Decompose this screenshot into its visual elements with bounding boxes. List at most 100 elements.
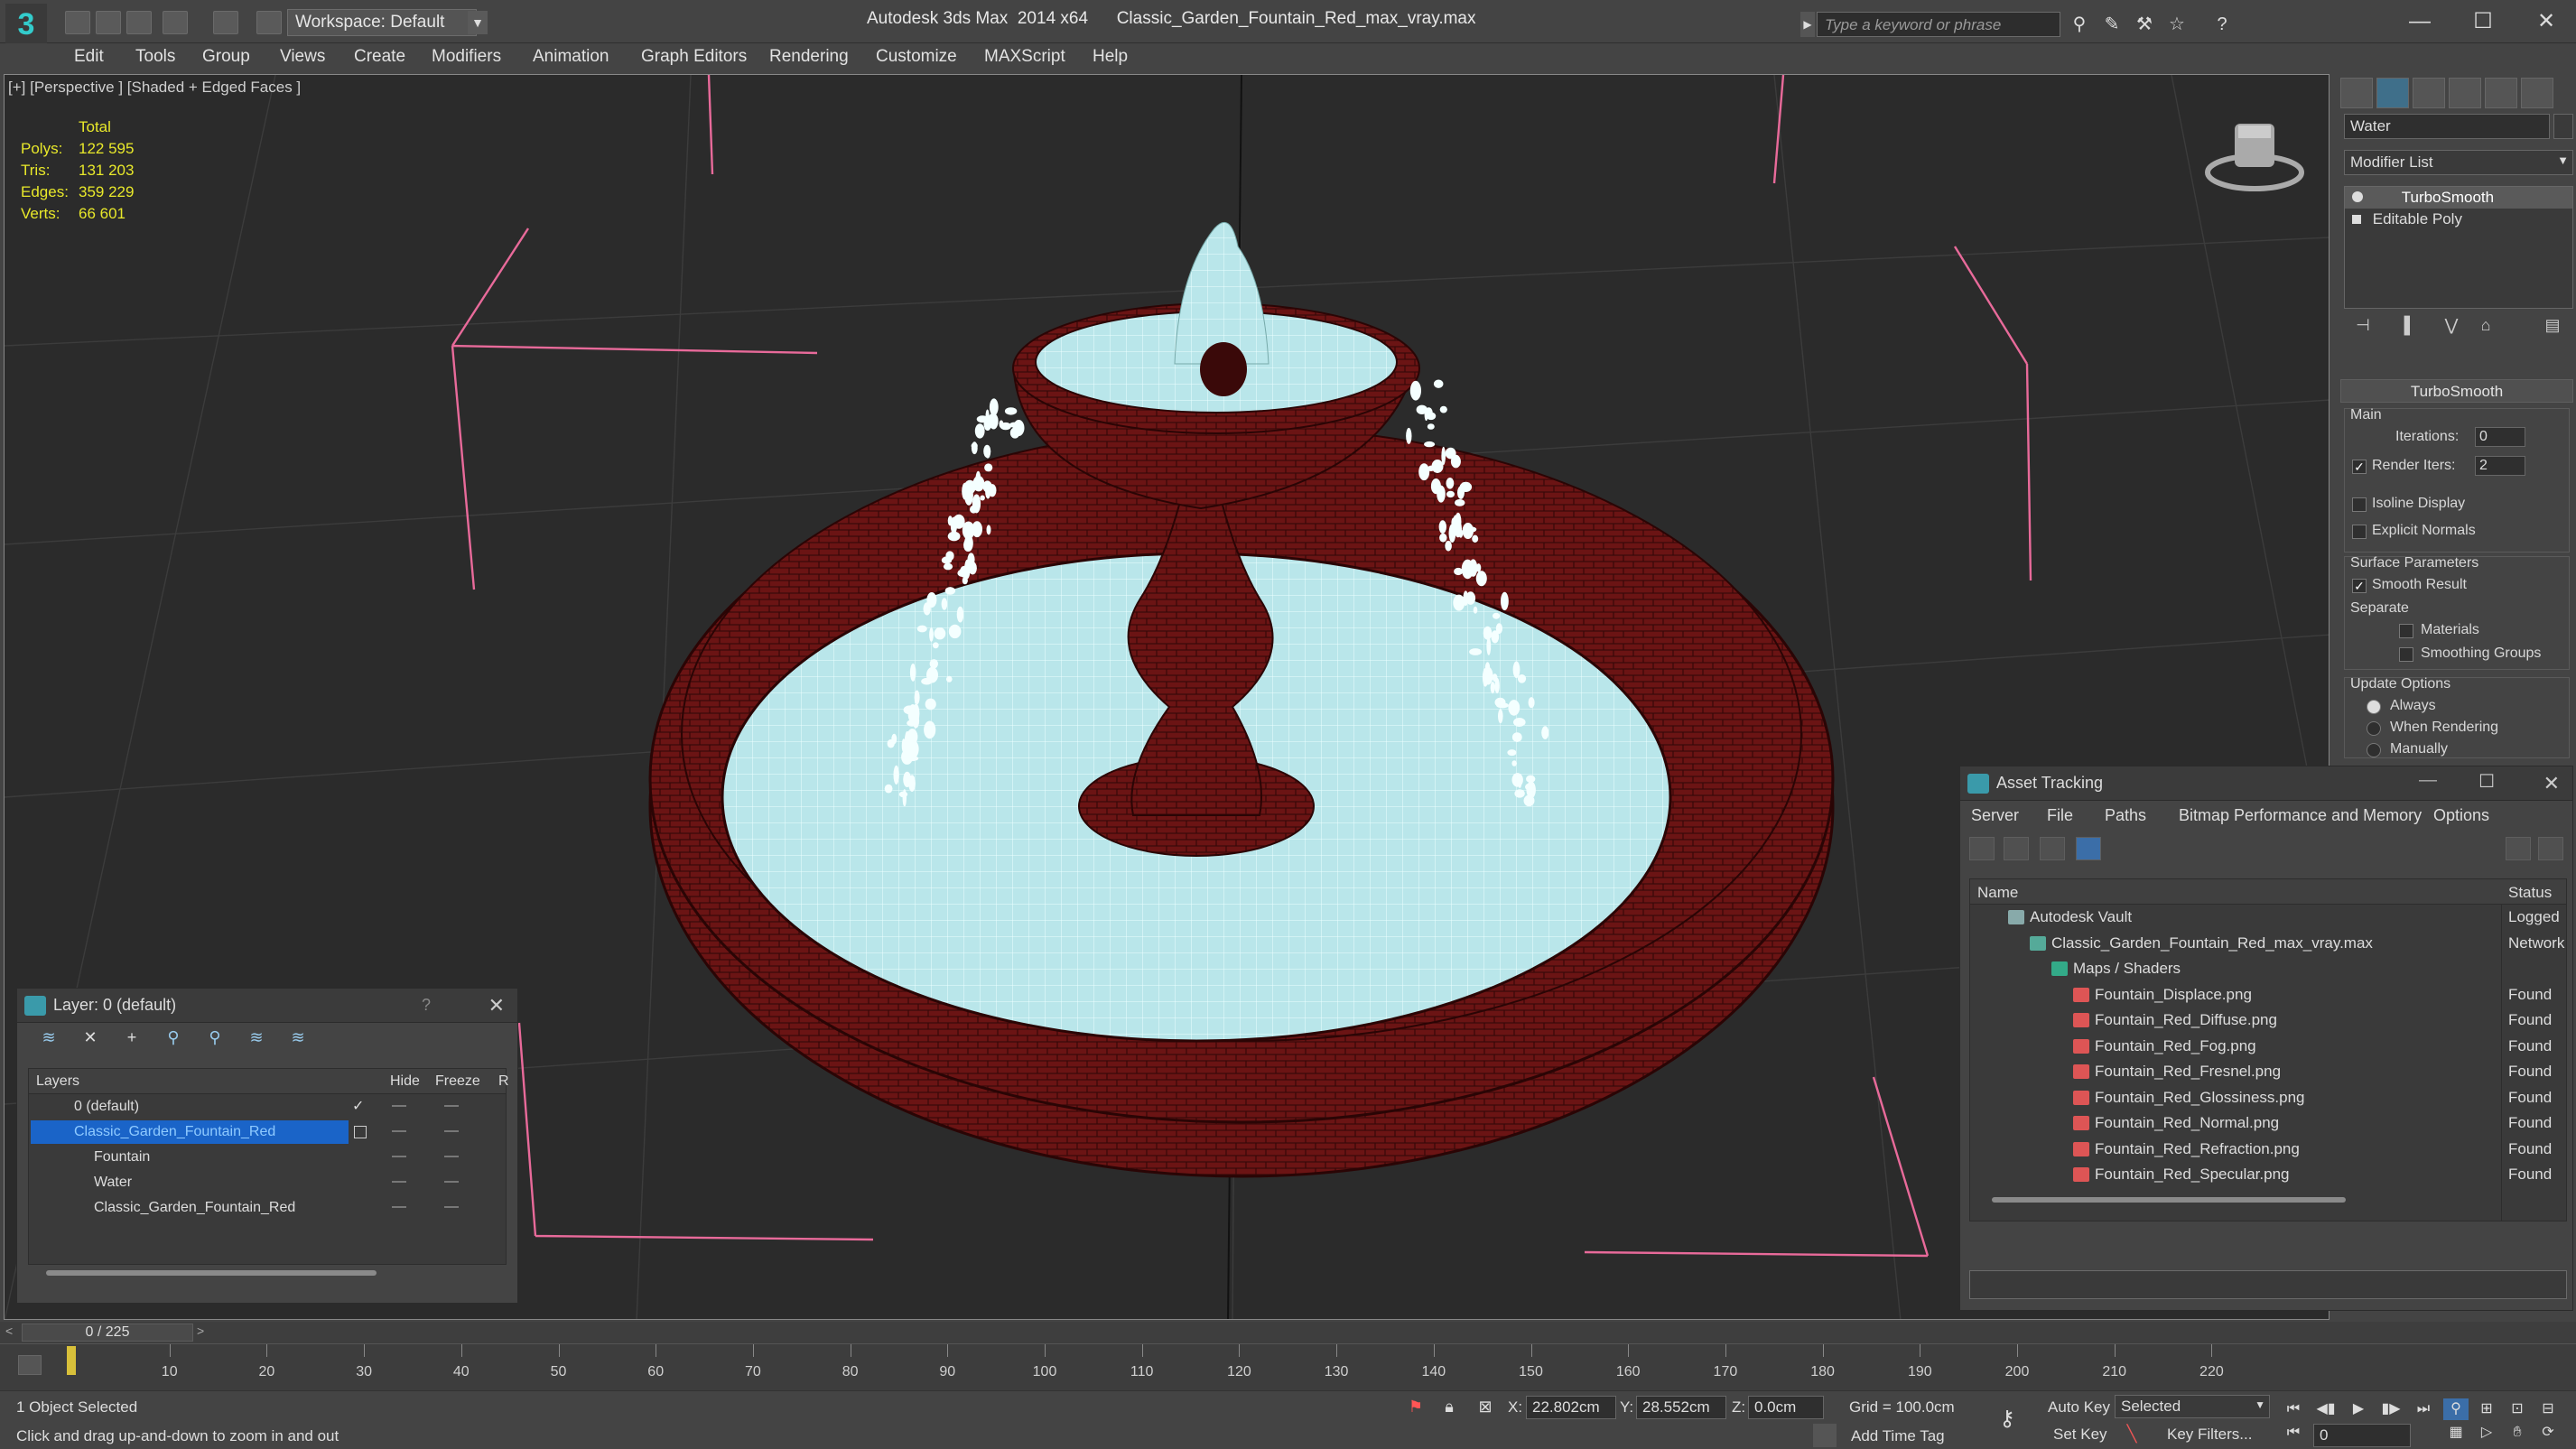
hide-toggle[interactable] (392, 1105, 406, 1107)
project-folder-icon[interactable] (256, 11, 282, 34)
isolate-selection-icon[interactable]: ⚑ (1404, 1395, 1427, 1418)
freeze-toggle[interactable] (444, 1105, 459, 1107)
remove-modifier-icon[interactable]: ⌂ (2474, 316, 2497, 338)
viewcube-icon[interactable] (2199, 111, 2307, 201)
asset-row[interactable]: Fountain_Red_Specular.png Found (1970, 1162, 2566, 1188)
absolute-mode-icon[interactable]: ⊠ (1474, 1395, 1497, 1418)
hierarchy-tab-icon[interactable] (2413, 78, 2445, 108)
time-slider[interactable]: < 0 / 225 > (0, 1322, 2576, 1343)
menu-tools[interactable]: Tools (135, 47, 175, 67)
layer-row-default[interactable]: 0 (default) ✓ (29, 1094, 506, 1119)
menu-paths[interactable]: Paths (2105, 806, 2146, 825)
play-icon[interactable]: ▶ (2346, 1398, 2371, 1420)
manually-radio[interactable] (2367, 743, 2381, 757)
freeze-toggle[interactable] (444, 1206, 459, 1208)
chevron-down-icon[interactable]: ▼ (468, 11, 488, 34)
expand-icon[interactable] (2352, 215, 2361, 224)
layer-row-fountain-red[interactable]: Classic_Garden_Fountain_Red (29, 1119, 506, 1145)
freeze-toggle[interactable] (444, 1156, 459, 1157)
asset-row[interactable]: Maps / Shaders (1970, 956, 2566, 982)
set-key-button[interactable]: Set Key (2053, 1426, 2107, 1444)
current-frame-field[interactable]: 0 (2313, 1424, 2411, 1447)
binoculars-icon[interactable]: ⚲ (2068, 13, 2091, 36)
explicit-normals-checkbox[interactable] (2352, 525, 2367, 539)
horizontal-scrollbar[interactable] (46, 1270, 377, 1276)
smoothing-groups-checkbox[interactable] (2399, 647, 2413, 662)
hide-toggle[interactable] (392, 1156, 406, 1157)
stack-item-turbosmooth[interactable]: TurboSmooth (2345, 187, 2572, 209)
hide-toggle[interactable] (392, 1181, 406, 1183)
pan-icon[interactable]: ✋︎ (2505, 1422, 2530, 1444)
menu-animation[interactable]: Animation (533, 47, 609, 67)
column-hide[interactable]: Hide (390, 1073, 420, 1090)
make-unique-icon[interactable]: ⋁ (2440, 316, 2463, 338)
column-layers[interactable]: Layers (36, 1073, 79, 1090)
asset-row[interactable]: Fountain_Red_Glossiness.png Found (1970, 1085, 2566, 1111)
when-rendering-radio[interactable] (2367, 721, 2381, 736)
zoom-all-icon[interactable]: ⊞ (2474, 1398, 2499, 1420)
column-freeze[interactable]: Freeze (435, 1073, 480, 1090)
freeze-toggle[interactable] (444, 1181, 459, 1183)
layer-row-object[interactable]: Fountain (29, 1145, 506, 1170)
save-file-icon[interactable] (126, 11, 152, 34)
refresh-icon[interactable] (1969, 837, 1995, 860)
go-to-start-icon[interactable]: ⏮ (2281, 1398, 2306, 1420)
freeze-toggle[interactable] (444, 1130, 459, 1132)
add-to-layer-icon[interactable]: + (120, 1028, 144, 1050)
menu-create[interactable]: Create (354, 47, 405, 67)
y-coordinate-field[interactable]: 28.552cm (1636, 1396, 1726, 1419)
previous-frame-icon[interactable]: ◀▮ (2313, 1398, 2339, 1420)
display-tab-icon[interactable] (2485, 78, 2517, 108)
menu-rendering[interactable]: Rendering (769, 47, 849, 67)
rollout-header[interactable]: TurboSmooth (2340, 379, 2573, 403)
asset-row[interactable]: Autodesk Vault Logged (1970, 905, 2566, 931)
current-layer-check-icon[interactable]: ✓ (352, 1097, 364, 1115)
key-set-dropdown[interactable]: Selected ▼ (2115, 1395, 2270, 1418)
modifier-list-dropdown[interactable]: Modifier List ▼ (2344, 150, 2573, 175)
asset-row[interactable]: Fountain_Red_Fresnel.png Found (1970, 1059, 2566, 1085)
menu-graph-editors[interactable]: Graph Editors (641, 47, 747, 67)
minimize-icon[interactable]: — (2419, 770, 2437, 791)
menu-modifiers[interactable]: Modifiers (432, 47, 501, 67)
add-time-tag[interactable]: Add Time Tag (1851, 1427, 1945, 1445)
menu-edit[interactable]: Edit (74, 47, 104, 67)
zoom-extents-all-icon[interactable]: ⊟ (2535, 1398, 2561, 1420)
workspace-select[interactable]: Workspace: Default (287, 9, 477, 36)
menu-views[interactable]: Views (280, 47, 325, 67)
layer-window-titlebar[interactable]: Layer: 0 (default) ? ✕ (17, 989, 517, 1023)
key-filters-button[interactable]: Key Filters... (2167, 1426, 2252, 1444)
search-input[interactable]: Type a keyword or phrase (1817, 12, 2060, 37)
hide-toggle[interactable] (392, 1130, 406, 1132)
mini-curve-editor-icon[interactable] (18, 1355, 42, 1375)
viewport-label[interactable]: [+] [Perspective ] [Shaded + Edged Faces… (8, 79, 301, 97)
timeline-track[interactable]: 10 20 30 40 50 60 70 80 90 100 110 120 130 140 150 160 1… (0, 1343, 2576, 1390)
configure-sets-icon[interactable]: ▤ (2541, 316, 2564, 338)
object-name-field[interactable]: Water (2344, 114, 2550, 139)
subscription-icon[interactable]: ✎ (2100, 13, 2124, 36)
object-color-swatch[interactable] (2553, 114, 2573, 139)
orbit-icon[interactable]: ⟳ (2535, 1422, 2561, 1444)
asset-row[interactable]: Fountain_Red_Diffuse.png Found (1970, 1008, 2566, 1034)
menu-bitmap-performance[interactable]: Bitmap Performance and Memory (2179, 806, 2422, 825)
maximize-icon[interactable]: ☐ (2456, 4, 2510, 40)
help-icon[interactable] (2506, 837, 2531, 860)
highlight-layer-icon[interactable]: ⚲ (203, 1028, 227, 1050)
menu-maxscript[interactable]: MAXScript (984, 47, 1065, 67)
show-end-result-icon[interactable]: ▌ (2398, 316, 2422, 338)
time-configuration-icon[interactable]: ▦ (2443, 1422, 2469, 1444)
favorites-star-icon[interactable]: ☆ (2165, 13, 2189, 36)
column-render[interactable]: R (498, 1073, 509, 1090)
freeze-all-icon[interactable]: ≋ (286, 1028, 310, 1050)
close-icon[interactable]: ✕ (2543, 772, 2560, 795)
column-name[interactable]: Name (1977, 884, 2018, 902)
selection-lock-icon[interactable]: 🔒︎ (1437, 1395, 1461, 1418)
hide-all-icon[interactable]: ≋ (245, 1028, 268, 1050)
menu-customize[interactable]: Customize (876, 47, 957, 67)
undo-icon[interactable] (163, 11, 188, 34)
table-view-icon[interactable] (2040, 837, 2065, 860)
column-status[interactable]: Status (2508, 884, 2552, 902)
menu-file[interactable]: File (2047, 806, 2073, 825)
time-slider-thumb[interactable]: 0 / 225 (22, 1324, 193, 1342)
menu-help[interactable]: Help (1093, 47, 1128, 67)
settings-icon[interactable] (2538, 837, 2563, 860)
